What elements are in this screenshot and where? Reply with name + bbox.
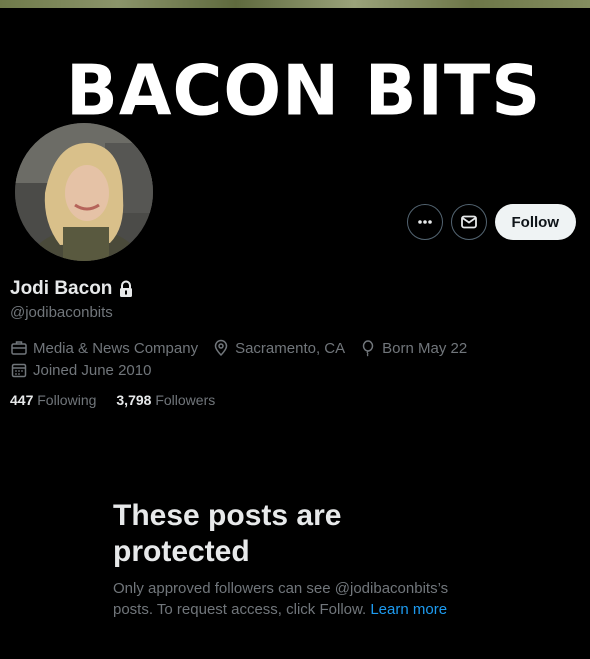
birthday-item: Born May 22 xyxy=(359,339,467,357)
banner-top-strip xyxy=(0,0,590,8)
joined-item: Joined June 2010 xyxy=(10,361,151,379)
profile-actions: Follow xyxy=(406,204,576,240)
followers-link[interactable]: 3,798 Followers xyxy=(116,392,215,408)
follow-counts: 447 Following 3,798 Followers xyxy=(10,392,215,408)
more-dots-icon xyxy=(417,220,432,224)
following-count: 447 xyxy=(10,392,34,408)
location-text: Sacramento, CA xyxy=(235,339,346,357)
location-item: Sacramento, CA xyxy=(212,339,345,357)
balloon-icon xyxy=(362,340,374,357)
profile-handle: @jodibaconbits xyxy=(10,304,113,321)
protected-message: Only approved followers can see @jodibac… xyxy=(113,578,483,620)
location-pin-icon xyxy=(214,339,228,357)
profile-meta: Media & News Company Sacramento, CA Born… xyxy=(10,337,481,381)
following-link[interactable]: 447 Following xyxy=(10,392,96,408)
followers-count: 3,798 xyxy=(116,392,152,408)
joined-text: Joined June 2010 xyxy=(33,361,152,379)
lock-icon xyxy=(120,280,133,297)
follow-button[interactable]: Follow xyxy=(494,204,576,240)
briefcase-icon xyxy=(11,341,27,355)
birthday-text: Born May 22 xyxy=(382,339,468,357)
protected-title: These posts are protected xyxy=(113,499,342,568)
category-text: Media & News Company xyxy=(33,339,199,357)
message-button[interactable] xyxy=(450,204,487,240)
profile-name-row: Jodi Bacon xyxy=(10,278,134,300)
more-button[interactable] xyxy=(406,204,443,240)
following-label: Following xyxy=(37,392,97,408)
avatar[interactable] xyxy=(12,120,156,264)
calendar-icon xyxy=(11,363,27,378)
banner-text: BACON BITS xyxy=(66,51,542,132)
followers-label: Followers xyxy=(155,392,216,408)
profile-name: Jodi Bacon xyxy=(10,278,113,299)
category-item: Media & News Company xyxy=(10,339,198,357)
learn-more-link[interactable]: Learn more xyxy=(370,601,447,618)
envelope-icon xyxy=(460,215,477,229)
